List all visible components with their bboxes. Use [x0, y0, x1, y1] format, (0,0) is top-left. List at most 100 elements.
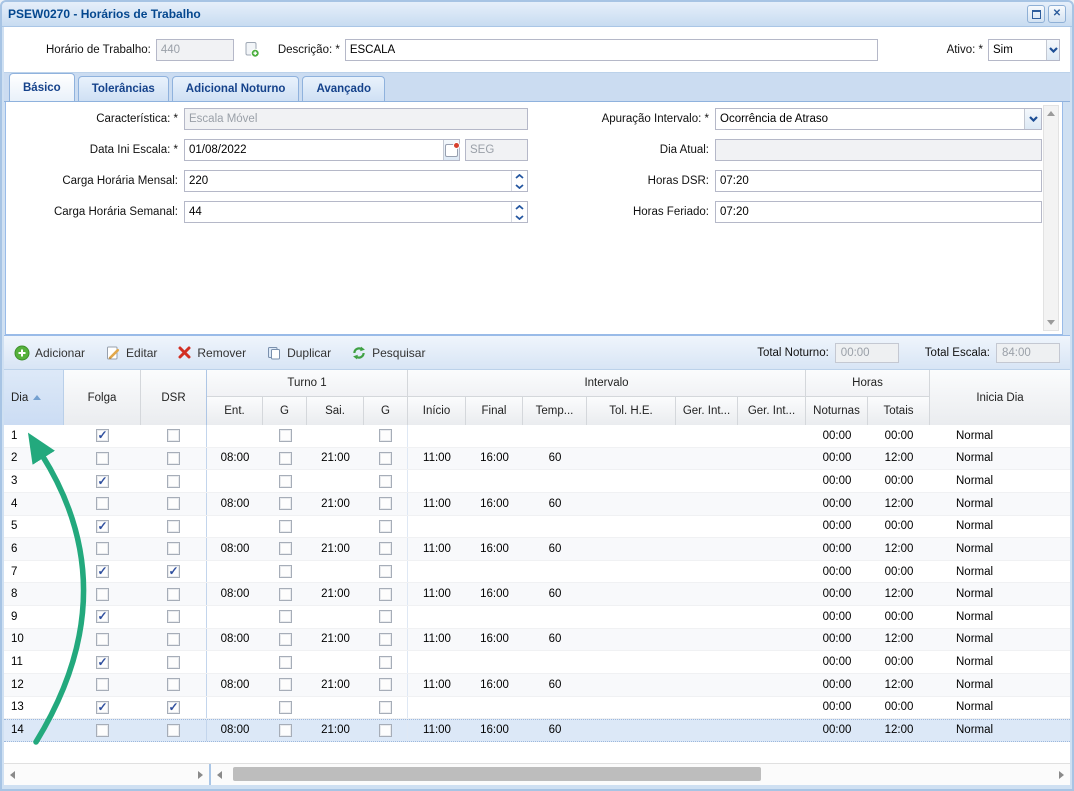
g-checkbox[interactable] — [279, 429, 292, 442]
main-columns-scrollbar[interactable] — [211, 764, 1070, 785]
column-header-dsr[interactable]: DSR — [141, 370, 207, 425]
scroll-left-icon[interactable] — [217, 771, 222, 779]
g-checkbox[interactable] — [279, 475, 292, 488]
scroll-right-icon[interactable] — [1059, 771, 1064, 779]
column-header-inicia-dia[interactable]: Inicia Dia — [930, 370, 1070, 425]
column-header-ent[interactable]: Ent. — [207, 397, 263, 425]
dsr-checkbox[interactable] — [167, 452, 180, 465]
scroll-left-icon[interactable] — [10, 771, 15, 779]
tab-adicional-noturno[interactable]: Adicional Noturno — [172, 76, 300, 101]
total-noturno-input[interactable] — [835, 343, 899, 363]
column-header-ger-int1[interactable]: Ger. Int... — [676, 397, 738, 425]
descricao-input[interactable] — [346, 44, 877, 56]
grid-row-7[interactable]: 700:0000:00Normal — [4, 561, 1070, 584]
g-checkbox[interactable] — [379, 475, 392, 488]
g-checkbox[interactable] — [279, 724, 292, 737]
column-header-inicio[interactable]: Início — [408, 397, 466, 425]
g-checkbox[interactable] — [279, 656, 292, 669]
carga-horaria-mensal-input[interactable] — [185, 175, 511, 187]
weekday-input[interactable] — [466, 144, 527, 156]
g-checkbox[interactable] — [279, 633, 292, 646]
column-header-temp[interactable]: Temp... — [523, 397, 587, 425]
spinner-down-icon[interactable] — [512, 181, 527, 191]
folga-checkbox[interactable] — [96, 724, 109, 737]
g-checkbox[interactable] — [379, 724, 392, 737]
dsr-checkbox[interactable] — [167, 542, 180, 555]
dsr-checkbox[interactable] — [167, 656, 180, 669]
g-checkbox[interactable] — [379, 520, 392, 533]
grid-row-3[interactable]: 300:0000:00Normal — [4, 470, 1070, 493]
folga-checkbox[interactable] — [96, 475, 109, 488]
form-vertical-scrollbar[interactable] — [1043, 105, 1059, 331]
g-checkbox[interactable] — [279, 542, 292, 555]
caracteristica-input[interactable] — [185, 113, 527, 125]
g-checkbox[interactable] — [379, 429, 392, 442]
dsr-checkbox[interactable] — [167, 520, 180, 533]
date-picker-trigger[interactable] — [443, 140, 459, 160]
duplicar-button[interactable]: Duplicar — [266, 345, 331, 361]
g-checkbox[interactable] — [379, 678, 392, 691]
g-checkbox[interactable] — [279, 610, 292, 623]
locked-columns-scrollbar[interactable] — [4, 764, 211, 785]
column-header-final[interactable]: Final — [466, 397, 523, 425]
g-checkbox[interactable] — [279, 565, 292, 578]
g-checkbox[interactable] — [379, 656, 392, 669]
grid-row-8[interactable]: 808:0021:0011:0016:006000:0012:00Normal — [4, 583, 1070, 606]
dsr-checkbox[interactable] — [167, 565, 180, 578]
tab-avancado[interactable]: Avançado — [302, 76, 385, 101]
column-header-g1[interactable]: G — [263, 397, 307, 425]
folga-checkbox[interactable] — [96, 656, 109, 669]
dsr-checkbox[interactable] — [167, 701, 180, 714]
grid-row-9[interactable]: 900:0000:00Normal — [4, 606, 1070, 629]
tab-tolerancias[interactable]: Tolerâncias — [78, 76, 169, 101]
horas-dsr-input[interactable] — [716, 175, 1041, 187]
editar-button[interactable]: Editar — [105, 345, 157, 361]
ativo-dropdown-trigger[interactable] — [1046, 40, 1059, 60]
grid-row-14[interactable]: 1408:0021:0011:0016:006000:0012:00Normal — [4, 719, 1070, 742]
horario-trabalho-input[interactable] — [157, 44, 233, 56]
column-header-totais[interactable]: Totais — [868, 397, 930, 425]
g-checkbox[interactable] — [379, 497, 392, 510]
g-checkbox[interactable] — [279, 588, 292, 601]
column-header-folga[interactable]: Folga — [64, 370, 141, 425]
pesquisar-button[interactable]: Pesquisar — [351, 345, 425, 361]
dsr-checkbox[interactable] — [167, 633, 180, 646]
g-checkbox[interactable] — [379, 452, 392, 465]
dsr-checkbox[interactable] — [167, 678, 180, 691]
grid-row-10[interactable]: 1008:0021:0011:0016:006000:0012:00Normal — [4, 629, 1070, 652]
grid-row-4[interactable]: 408:0021:0011:0016:006000:0012:00Normal — [4, 493, 1070, 516]
folga-checkbox[interactable] — [96, 678, 109, 691]
folga-checkbox[interactable] — [96, 520, 109, 533]
column-header-g2[interactable]: G — [364, 397, 408, 425]
g-checkbox[interactable] — [279, 497, 292, 510]
folga-checkbox[interactable] — [96, 497, 109, 510]
dia-atual-input[interactable] — [716, 144, 1041, 156]
tab-basico[interactable]: Básico — [9, 73, 75, 101]
column-header-noturnas[interactable]: Noturnas — [806, 397, 868, 425]
folga-checkbox[interactable] — [96, 610, 109, 623]
folga-checkbox[interactable] — [96, 588, 109, 601]
ativo-input[interactable] — [989, 44, 1046, 56]
window-titlebar[interactable]: PSEW0270 - Horários de Trabalho ✕ — [2, 2, 1072, 27]
g-checkbox[interactable] — [379, 588, 392, 601]
grid-row-12[interactable]: 1208:0021:0011:0016:006000:0012:00Normal — [4, 674, 1070, 697]
folga-checkbox[interactable] — [96, 542, 109, 555]
apuracao-dropdown-trigger[interactable] — [1024, 109, 1041, 129]
scroll-down-icon[interactable] — [1047, 320, 1055, 325]
dsr-checkbox[interactable] — [167, 610, 180, 623]
carga-mensal-spinner[interactable] — [511, 171, 527, 191]
column-header-tol-he[interactable]: Tol. H.E. — [587, 397, 676, 425]
g-checkbox[interactable] — [379, 610, 392, 623]
folga-checkbox[interactable] — [96, 452, 109, 465]
folga-checkbox[interactable] — [96, 701, 109, 714]
scroll-up-icon[interactable] — [1047, 111, 1055, 116]
new-record-button[interactable] — [242, 41, 262, 59]
dsr-checkbox[interactable] — [167, 588, 180, 601]
column-header-dia[interactable]: Dia — [4, 370, 64, 425]
dsr-checkbox[interactable] — [167, 497, 180, 510]
grid-row-2[interactable]: 208:0021:0011:0016:006000:0012:00Normal — [4, 448, 1070, 471]
grid-row-13[interactable]: 1300:0000:00Normal — [4, 697, 1070, 720]
scroll-right-icon[interactable] — [198, 771, 203, 779]
folga-checkbox[interactable] — [96, 633, 109, 646]
column-header-sai[interactable]: Sai. — [307, 397, 364, 425]
